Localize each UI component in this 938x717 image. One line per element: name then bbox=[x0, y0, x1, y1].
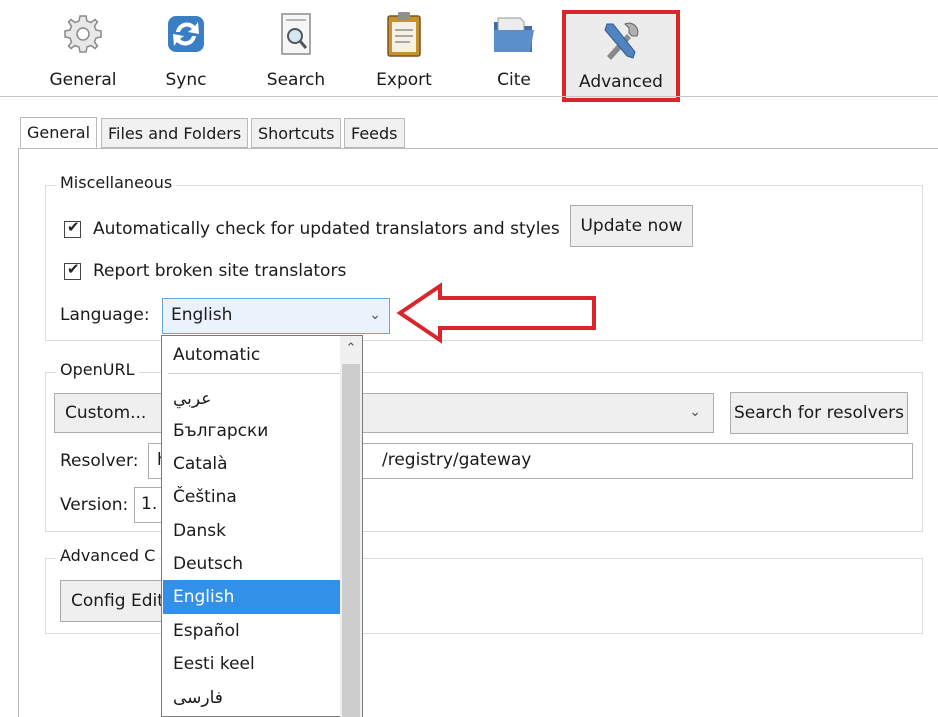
search-icon bbox=[281, 13, 311, 55]
report-broken-label: Report broken site translators bbox=[93, 261, 347, 281]
dropdown-separator bbox=[168, 373, 358, 374]
chevron-up-icon[interactable]: ⌃ bbox=[343, 340, 359, 358]
language-option[interactable]: عربي bbox=[163, 382, 361, 416]
toolbar-sync-button[interactable]: Sync bbox=[146, 6, 226, 92]
miscellaneous-legend: Miscellaneous bbox=[56, 173, 177, 192]
chevron-down-icon: ⌄ bbox=[689, 404, 701, 420]
auto-check-label: Automatically check for updated translat… bbox=[93, 219, 560, 239]
language-option[interactable]: Čeština bbox=[163, 480, 361, 514]
checkmark-icon: ✔ bbox=[67, 218, 80, 236]
language-label: Language: bbox=[60, 305, 150, 325]
language-option[interactable]: Español bbox=[163, 614, 361, 648]
toolbar-search-button[interactable]: Search bbox=[254, 6, 338, 92]
language-select-value: English bbox=[171, 305, 233, 325]
search-resolvers-button[interactable]: Search for resolvers bbox=[730, 392, 908, 434]
language-option[interactable]: Български bbox=[163, 414, 361, 448]
version-select-value: 1. bbox=[141, 494, 158, 514]
toolbar-export-label: Export bbox=[376, 70, 432, 90]
tab-shortcuts[interactable]: Shortcuts bbox=[251, 118, 342, 148]
auto-check-checkbox[interactable]: ✔ bbox=[64, 218, 81, 238]
version-label: Version: bbox=[60, 495, 129, 515]
preferences-toolbar: General Sync Search Export Cite Advanced bbox=[0, 0, 938, 102]
folder-icon bbox=[494, 17, 534, 52]
language-option[interactable]: فارسی bbox=[163, 681, 361, 715]
update-now-button[interactable]: Update now bbox=[570, 205, 693, 247]
report-broken-checkbox[interactable]: ✔ bbox=[64, 260, 81, 280]
toolbar-divider bbox=[0, 96, 938, 97]
clipboard-icon bbox=[387, 12, 421, 57]
toolbar-advanced-button[interactable]: Advanced bbox=[562, 10, 680, 102]
toolbar-cite-button[interactable]: Cite bbox=[472, 6, 556, 92]
tab-feeds[interactable]: Feeds bbox=[344, 118, 405, 148]
toolbar-advanced-label: Advanced bbox=[579, 72, 663, 92]
language-dropdown-list: Automatic عربي Български Català Čeština … bbox=[161, 335, 363, 717]
resolver-input-value: /registry/gateway bbox=[382, 450, 532, 470]
language-option[interactable]: Català bbox=[163, 447, 361, 481]
resolver-select-value: Custom... bbox=[65, 403, 147, 423]
checkmark-icon: ✔ bbox=[67, 260, 80, 278]
tab-files-and-folders[interactable]: Files and Folders bbox=[101, 118, 249, 148]
openurl-legend: OpenURL bbox=[56, 360, 139, 379]
language-option[interactable]: Deutsch bbox=[163, 547, 361, 581]
sync-icon bbox=[168, 16, 204, 52]
red-annotation-arrow-icon bbox=[396, 282, 596, 344]
language-option[interactable]: Eesti keel bbox=[163, 647, 361, 681]
dropdown-border-right bbox=[362, 336, 363, 717]
language-select[interactable]: English ⌄ bbox=[162, 298, 390, 334]
toolbar-general-label: General bbox=[49, 70, 117, 90]
resolver-label: Resolver: bbox=[60, 451, 139, 471]
resolver-select[interactable]: Custom... ⌄ bbox=[54, 393, 714, 433]
chevron-down-icon: ⌄ bbox=[369, 307, 381, 323]
gear-icon bbox=[64, 15, 102, 53]
toolbar-general-button[interactable]: General bbox=[40, 6, 126, 92]
toolbar-search-label: Search bbox=[266, 70, 326, 90]
advanced-config-legend: Advanced C bbox=[56, 546, 160, 565]
toolbar-sync-label: Sync bbox=[165, 70, 207, 90]
language-option[interactable]: Automatic bbox=[163, 338, 361, 372]
toolbar-cite-label: Cite bbox=[497, 70, 531, 90]
tools-icon bbox=[604, 22, 639, 60]
toolbar-export-button[interactable]: Export bbox=[362, 6, 446, 92]
language-option-selected[interactable]: English bbox=[163, 580, 361, 614]
tab-general[interactable]: General bbox=[20, 117, 98, 148]
language-option[interactable]: Dansk bbox=[163, 514, 361, 548]
dropdown-scroll-thumb[interactable] bbox=[342, 364, 360, 717]
